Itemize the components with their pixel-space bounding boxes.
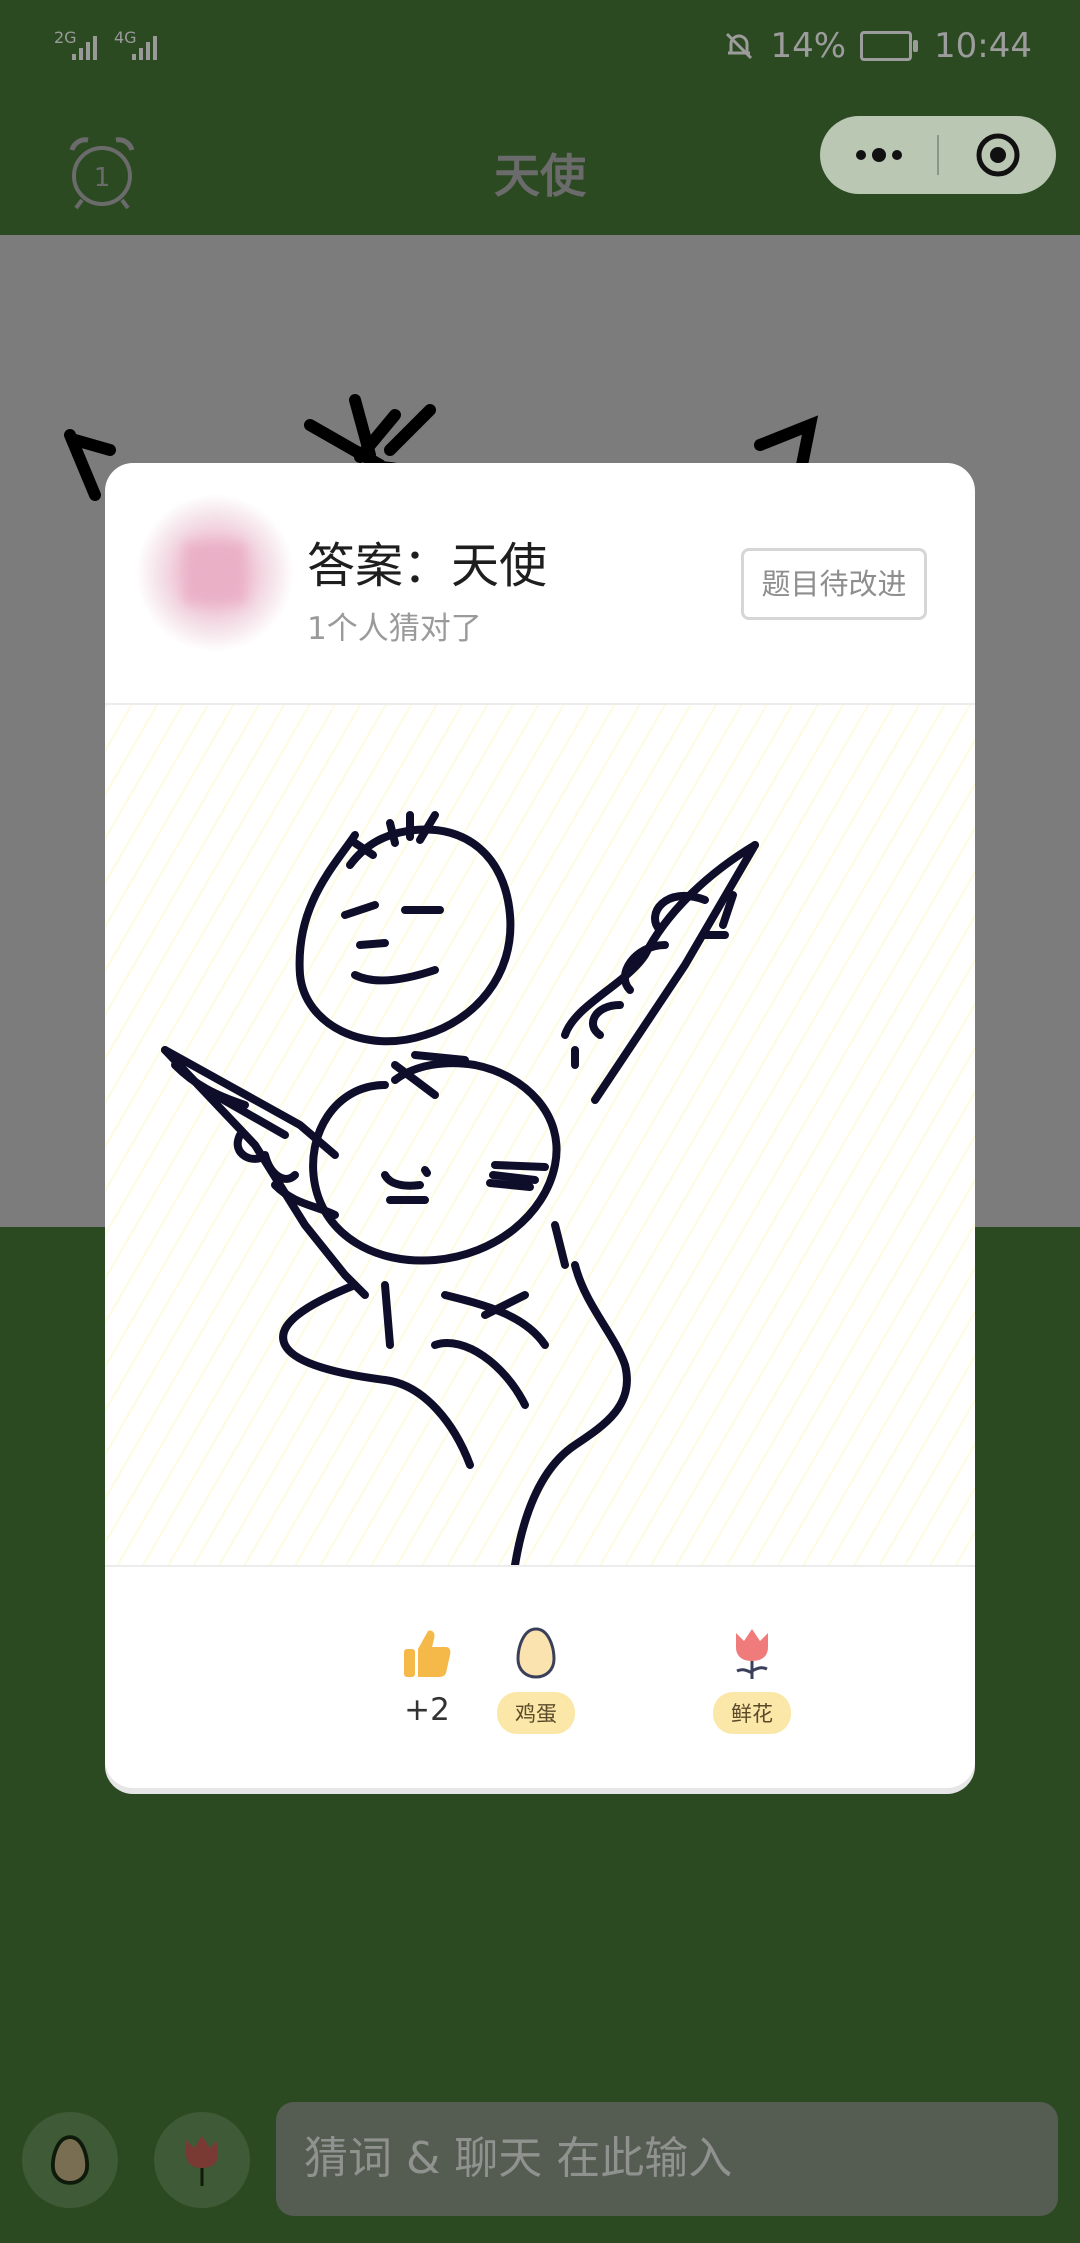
angel-drawing [105, 705, 975, 1565]
egg-button[interactable]: 鸡蛋 [476, 1622, 596, 1734]
bottom-egg-button[interactable] [22, 2112, 118, 2208]
signal-icon [132, 36, 157, 60]
close-button[interactable] [939, 116, 1056, 194]
tulip-icon [736, 1629, 768, 1679]
answer-modal: 答案：天使 1个人猜对了 题目待改进 +2 鸡蛋 鲜花 [105, 463, 975, 1788]
battery-percent: 14% [770, 26, 847, 66]
tulip-icon [186, 2136, 218, 2186]
title-bar: 1 天使 [0, 100, 1080, 235]
clock: 10:44 [934, 26, 1032, 66]
bottom-flower-button[interactable] [154, 2112, 250, 2208]
mini-program-capsule [820, 116, 1056, 194]
flower-label: 鲜花 [713, 1692, 791, 1734]
like-count: +2 [404, 1692, 450, 1728]
answer-text: 答案：天使 [307, 538, 548, 594]
modal-header: 答案：天使 1个人猜对了 题目待改进 [105, 463, 975, 705]
close-target-icon [976, 133, 1019, 177]
signal-icon [72, 36, 97, 60]
status-right: 14% 10:44 [722, 26, 1032, 66]
correct-count: 1个人猜对了 [307, 611, 482, 647]
thumbs-up-icon [404, 1630, 451, 1677]
drawing-canvas [105, 705, 975, 1565]
flower-button[interactable]: 鲜花 [692, 1622, 812, 1734]
egg-label: 鸡蛋 [497, 1692, 575, 1734]
chat-input[interactable]: 猜词 & 聊天 在此输入 [276, 2102, 1058, 2216]
egg-icon [50, 2135, 90, 2185]
avatar[interactable] [125, 483, 305, 663]
more-button[interactable] [820, 116, 937, 194]
bell-muted-icon [726, 32, 753, 60]
more-dots-icon [855, 148, 902, 162]
egg-icon [516, 1627, 556, 1679]
reaction-bar: +2 鸡蛋 鲜花 [105, 1565, 975, 1788]
battery-icon [860, 31, 919, 61]
improve-button[interactable]: 题目待改进 [741, 548, 927, 620]
status-bar: 2G 4G 14% 10:44 [0, 0, 1080, 100]
like-button[interactable]: +2 [367, 1622, 487, 1728]
